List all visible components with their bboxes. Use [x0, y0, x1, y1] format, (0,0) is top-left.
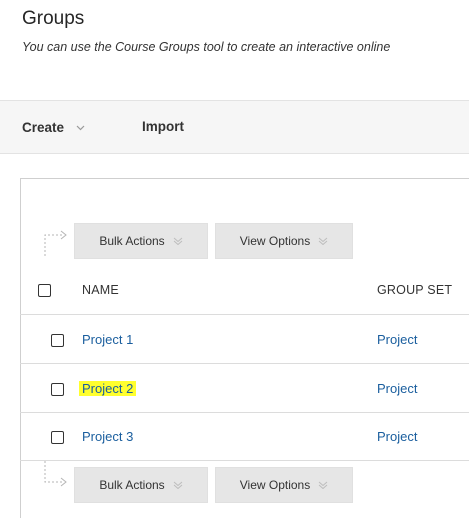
group-set-link[interactable]: Project — [377, 429, 417, 445]
table-row: Project 3 Project — [20, 413, 469, 461]
row-checkbox[interactable] — [51, 383, 64, 396]
bulk-actions-label: Bulk Actions — [99, 478, 165, 492]
bulk-actions-button[interactable]: Bulk Actions — [74, 467, 208, 503]
group-set-link[interactable]: Project — [377, 381, 417, 397]
chevron-down-icon — [173, 234, 183, 248]
action-toolbar: Create Import — [0, 100, 469, 154]
view-options-label: View Options — [239, 234, 311, 248]
group-name-link[interactable]: Project 1 — [82, 332, 133, 348]
chevron-down-icon — [318, 234, 328, 248]
row-checkbox[interactable] — [51, 431, 64, 444]
page-title: Groups — [22, 8, 85, 29]
group-name-link[interactable]: Project 2 — [79, 381, 137, 397]
import-button[interactable]: Import — [142, 119, 184, 134]
bulk-actions-button[interactable]: Bulk Actions — [74, 223, 208, 259]
group-set-link[interactable]: Project — [377, 332, 417, 348]
view-options-label: View Options — [239, 478, 311, 492]
column-header-name[interactable]: NAME — [82, 283, 119, 297]
chevron-down-icon — [76, 119, 85, 134]
table-header: NAME GROUP SET — [20, 267, 469, 315]
view-options-button[interactable]: View Options — [215, 223, 353, 259]
table-row: Project 1 Project — [20, 316, 469, 364]
column-header-group-set[interactable]: GROUP SET — [377, 283, 452, 297]
select-all-checkbox[interactable] — [38, 284, 51, 297]
group-name-link[interactable]: Project 3 — [82, 429, 133, 445]
chevron-down-icon — [318, 478, 328, 492]
page-description: You can use the Course Groups tool to cr… — [22, 40, 391, 54]
bulk-actions-label: Bulk Actions — [99, 234, 165, 248]
create-label: Create — [22, 120, 65, 135]
highlighted-text: Project 2 — [79, 381, 137, 396]
corner-arrow-icon — [42, 225, 70, 262]
row-checkbox[interactable] — [51, 334, 64, 347]
corner-arrow-icon — [42, 460, 70, 497]
view-options-button[interactable]: View Options — [215, 467, 353, 503]
chevron-down-icon — [173, 478, 183, 492]
table-row: Project 2 Project — [20, 365, 469, 413]
create-menu[interactable]: Create — [22, 119, 85, 135]
